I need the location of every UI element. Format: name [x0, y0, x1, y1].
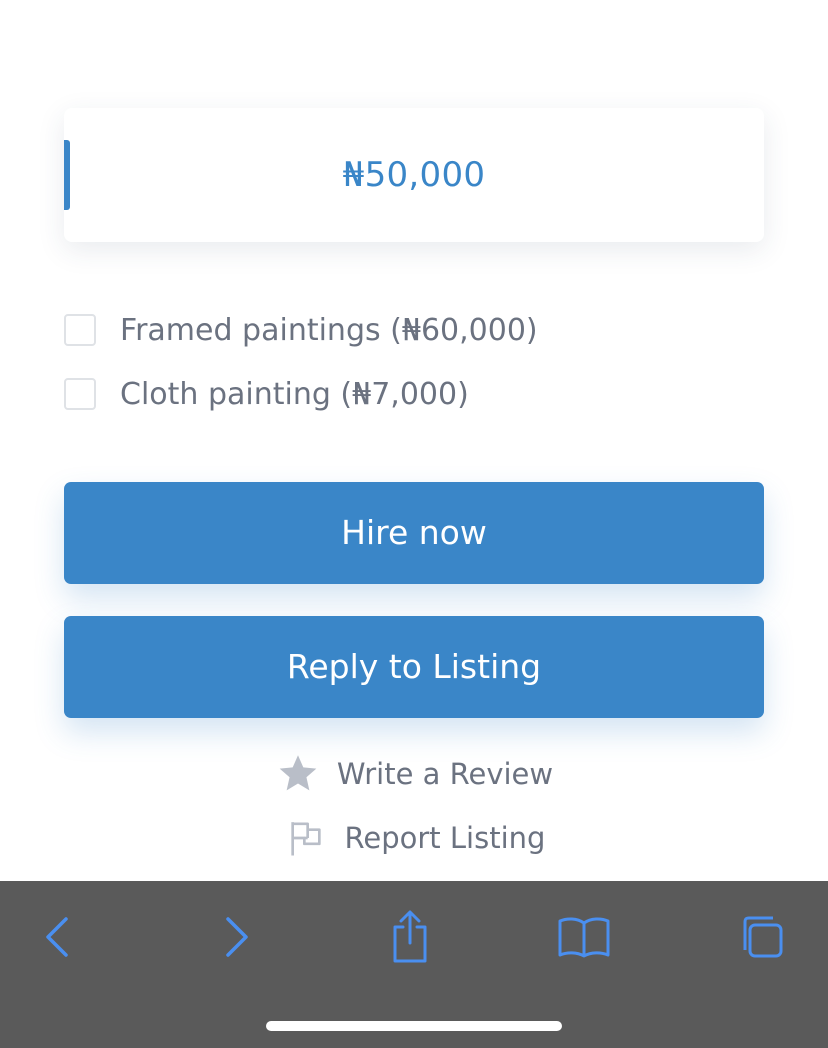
- book-icon: [558, 917, 610, 958]
- browser-toolbar: [0, 881, 828, 1048]
- write-review-label: Write a Review: [336, 757, 554, 791]
- back-button[interactable]: [28, 907, 88, 967]
- share-button[interactable]: [380, 907, 440, 967]
- chevron-left-icon: [46, 917, 68, 957]
- home-indicator: [266, 1021, 562, 1031]
- price-value: ₦50,000: [342, 155, 486, 195]
- reply-to-listing-button[interactable]: Reply to Listing: [64, 616, 764, 718]
- hire-now-button[interactable]: Hire now: [64, 482, 764, 584]
- report-listing-label: Report Listing: [344, 821, 546, 855]
- option-cloth-painting[interactable]: Cloth painting (₦7,000): [64, 374, 469, 414]
- cloth-painting-label: Cloth painting (₦7,000): [120, 376, 469, 412]
- cloth-painting-checkbox[interactable]: [64, 378, 96, 410]
- star-icon: [275, 751, 321, 797]
- write-review-link[interactable]: Write a Review: [0, 751, 828, 797]
- forward-button[interactable]: [206, 907, 266, 967]
- framed-paintings-label: Framed paintings (₦60,000): [120, 312, 538, 348]
- option-framed-paintings[interactable]: Framed paintings (₦60,000): [64, 310, 538, 350]
- price-card: ₦50,000: [64, 108, 764, 242]
- framed-paintings-checkbox[interactable]: [64, 314, 96, 346]
- share-icon: [393, 910, 427, 963]
- bookmarks-button[interactable]: [554, 907, 614, 967]
- tabs-icon: [743, 916, 783, 958]
- tabs-button[interactable]: [730, 907, 790, 967]
- chevron-right-icon: [226, 917, 248, 957]
- report-listing-link[interactable]: Report Listing: [0, 815, 828, 861]
- flag-icon: [283, 815, 329, 861]
